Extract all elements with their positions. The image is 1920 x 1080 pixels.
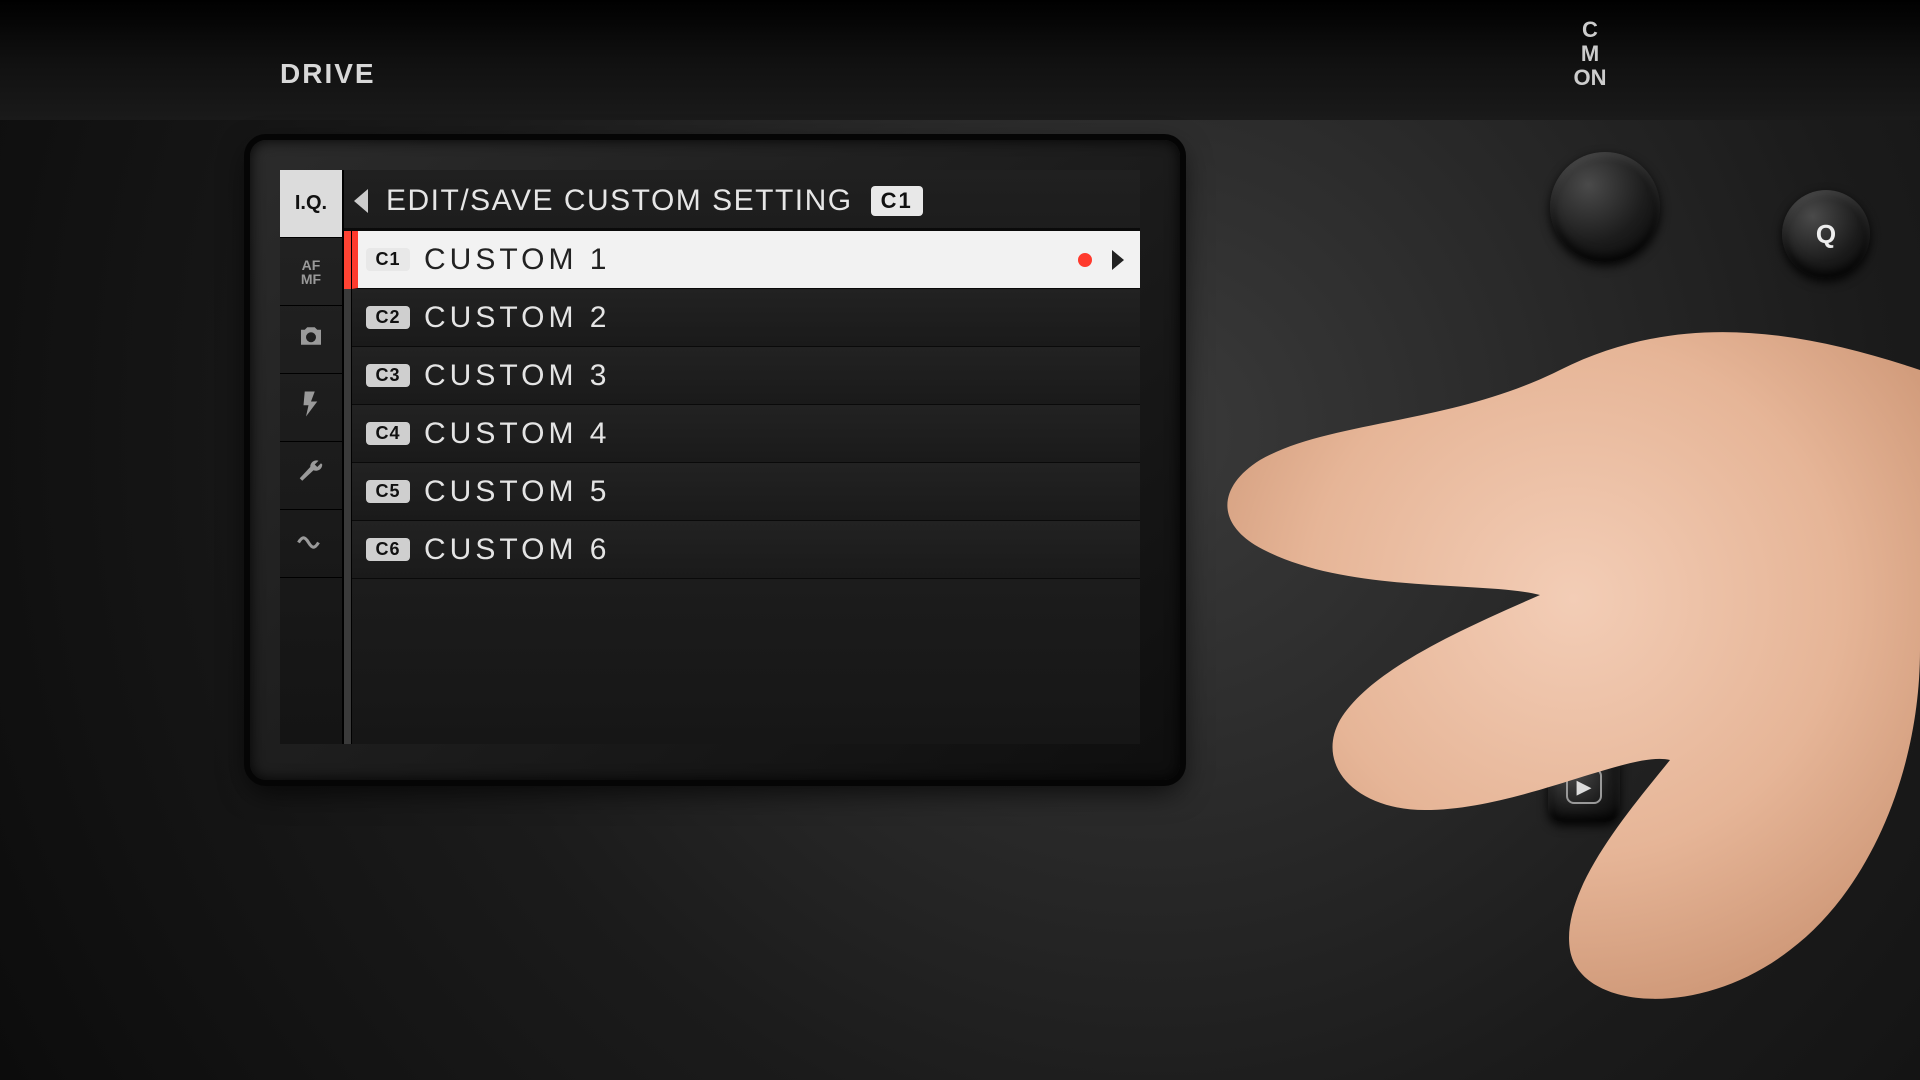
lcd-bezel: I.Q. AF MF <box>250 140 1180 780</box>
menu-tab-column: I.Q. AF MF <box>280 170 344 744</box>
disp-back-button[interactable] <box>1551 595 1635 679</box>
row-label: CUSTOM 6 <box>424 533 610 567</box>
row-badge: C2 <box>366 306 410 329</box>
q-button[interactable] <box>1782 190 1870 278</box>
on-label: ON <box>1560 66 1620 90</box>
wrench-icon <box>296 457 326 494</box>
flash-icon <box>296 389 326 426</box>
menu-tab-mymenu[interactable] <box>280 510 342 578</box>
row-badge: C1 <box>366 248 410 271</box>
custom-setting-row-1[interactable]: C1 CUSTOM 1 <box>352 231 1140 289</box>
scroll-indicator <box>344 231 352 744</box>
row-badge: C5 <box>366 480 410 503</box>
row-badge: C6 <box>366 538 410 561</box>
wave-icon <box>296 525 326 562</box>
row-label: CUSTOM 5 <box>424 475 610 509</box>
list-empty-space <box>352 579 1140 744</box>
menu-list-area: C1 CUSTOM 1 C2 CUSTOM 2 C3 CUSTOM 3 <box>344 231 1140 744</box>
afmf-label: AF MF <box>301 258 321 286</box>
iq-label: I.Q. <box>295 192 327 215</box>
back-chevron-icon[interactable] <box>354 189 368 213</box>
custom-settings-list: C1 CUSTOM 1 C2 CUSTOM 2 C3 CUSTOM 3 <box>352 231 1140 744</box>
lcd-screen[interactable]: I.Q. AF MF <box>280 170 1140 744</box>
row-badge: C4 <box>366 422 410 445</box>
custom-setting-row-5[interactable]: C5 CUSTOM 5 <box>352 463 1140 521</box>
row-label: CUSTOM 3 <box>424 359 610 393</box>
menu-header: EDIT/SAVE CUSTOM SETTING C1 <box>344 170 1140 231</box>
menu-tab-flash[interactable] <box>280 374 342 442</box>
custom-setting-row-2[interactable]: C2 CUSTOM 2 <box>352 289 1140 347</box>
menu-tab-iq[interactable]: I.Q. <box>280 170 342 238</box>
disp-back-label: DISP/BACK <box>1596 690 1748 721</box>
row-label: CUSTOM 1 <box>424 243 610 277</box>
power-dial-labels: C M ON <box>1560 18 1620 91</box>
menu-tab-setup[interactable] <box>280 442 342 510</box>
modified-dot-icon <box>1078 253 1092 267</box>
custom-setting-row-4[interactable]: C4 CUSTOM 4 <box>352 405 1140 463</box>
enter-chevron-icon <box>1112 250 1124 270</box>
row-label: CUSTOM 2 <box>424 301 610 335</box>
row-badge: C3 <box>366 364 410 387</box>
custom-setting-row-6[interactable]: C6 CUSTOM 6 <box>352 521 1140 579</box>
camera-body: DRIVE C M ON OK DISP/BACK I.Q. AF MF <box>0 0 1920 1080</box>
focus-joystick[interactable] <box>1550 152 1660 262</box>
menu-panel: EDIT/SAVE CUSTOM SETTING C1 C1 CUSTOM 1 <box>344 170 1140 744</box>
menu-tab-af-mf[interactable]: AF MF <box>280 238 342 306</box>
scroll-marker <box>344 231 351 289</box>
custom-setting-row-3[interactable]: C3 CUSTOM 3 <box>352 347 1140 405</box>
ok-button-label: OK <box>1691 488 1732 519</box>
row-label: CUSTOM 4 <box>424 417 610 451</box>
cm-label: C M <box>1560 18 1620 66</box>
top-strip: DRIVE C M ON <box>0 0 1920 120</box>
ok-button[interactable] <box>1539 455 1635 551</box>
menu-tab-shooting[interactable] <box>280 306 342 374</box>
camera-icon <box>296 321 326 358</box>
drive-label: DRIVE <box>280 58 376 90</box>
current-custom-badge: C1 <box>871 186 923 216</box>
playback-button[interactable] <box>1548 750 1620 822</box>
menu-title: EDIT/SAVE CUSTOM SETTING <box>386 184 853 218</box>
